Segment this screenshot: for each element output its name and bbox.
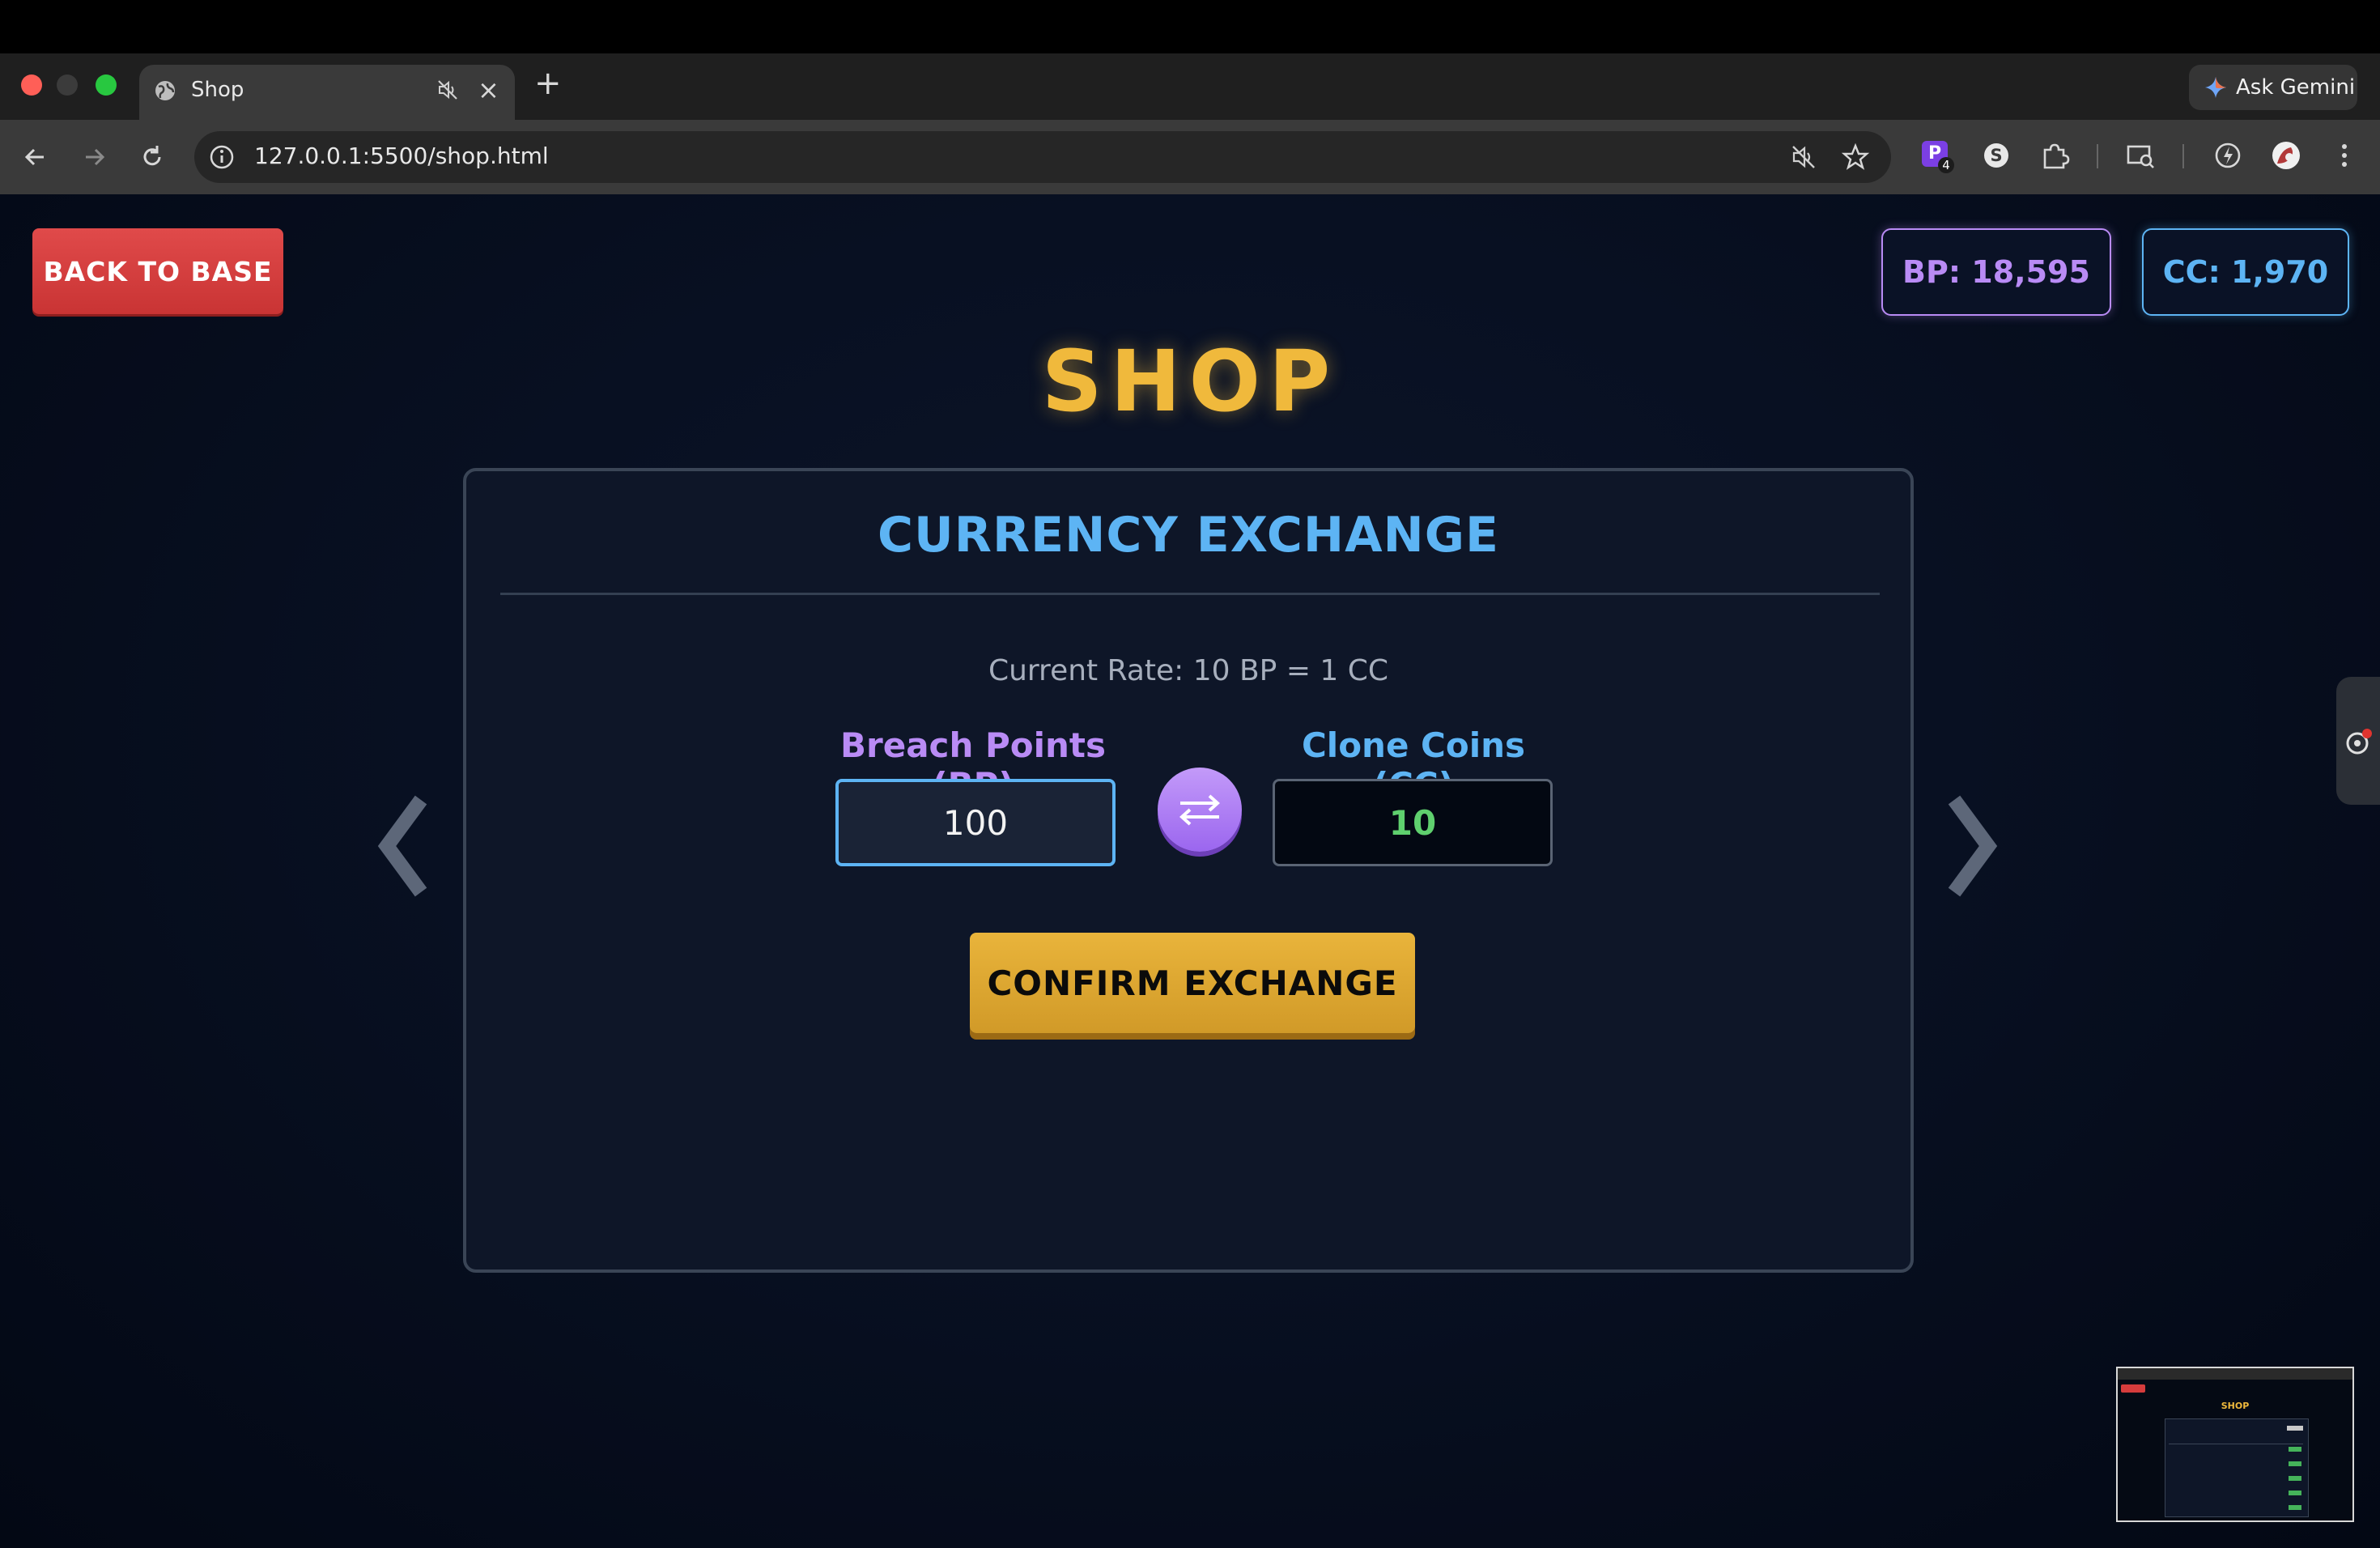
swap-currency-button[interactable] xyxy=(1158,768,1242,852)
ask-gemini-label: Ask Gemini xyxy=(2236,75,2356,100)
swap-arrows-icon xyxy=(1179,794,1220,826)
toolbar-divider xyxy=(2182,144,2184,168)
tab-title: Shop xyxy=(191,78,244,102)
confirm-exchange-button[interactable]: CONFIRM EXCHANGE xyxy=(970,933,1415,1033)
previous-chevron-icon[interactable] xyxy=(371,793,436,899)
chrome-menu-icon[interactable] xyxy=(2328,139,2361,172)
profile-avatar-icon[interactable] xyxy=(2270,139,2302,172)
ask-gemini-button[interactable]: Ask Gemini xyxy=(2189,65,2357,110)
exchange-rate-text: Current Rate: 10 BP = 1 CC xyxy=(988,654,1389,687)
screen-top-bar xyxy=(0,0,2380,53)
panel-divider xyxy=(500,593,1880,595)
panel-title: CURRENCY EXCHANGE xyxy=(878,507,1499,563)
extensions-puzzle-icon[interactable] xyxy=(2038,139,2071,172)
next-chevron-icon[interactable] xyxy=(1940,793,2004,899)
reload-icon[interactable] xyxy=(136,141,168,173)
shop-page: BACK TO BASE BP: 18,595 CC: 1,970 SHOP C… xyxy=(0,194,2380,1548)
window-zoom-button[interactable] xyxy=(96,74,117,96)
widget-icon xyxy=(2346,729,2372,755)
forward-arrow-icon[interactable] xyxy=(78,141,110,173)
window-close-button[interactable] xyxy=(21,74,42,96)
muted-speaker-icon[interactable] xyxy=(436,78,460,102)
thumb-buy-button xyxy=(2289,1447,2301,1452)
gemini-sparkle-icon xyxy=(2205,77,2226,98)
thumb-panel xyxy=(2165,1418,2309,1517)
extension-p-icon[interactable]: P 4 xyxy=(1920,139,1954,173)
thumb-title: SHOP xyxy=(2221,1401,2250,1411)
site-info-icon[interactable] xyxy=(206,141,238,173)
thumb-buy-button xyxy=(2289,1461,2301,1466)
thumb-buy-button xyxy=(2289,1476,2301,1481)
window-minimize-button[interactable] xyxy=(57,74,78,96)
cc-amount-output: 10 xyxy=(1273,779,1553,866)
bp-amount-input[interactable]: 100 xyxy=(835,779,1116,866)
bookmark-star-icon[interactable] xyxy=(1841,142,1870,172)
address-bar[interactable]: 127.0.0.1:5500/shop.html xyxy=(194,131,1891,183)
tab-shop[interactable]: Shop × xyxy=(139,65,515,120)
page-preview-thumbnail[interactable]: SHOP xyxy=(2116,1367,2354,1522)
cc-balance-badge: CC: 1,970 xyxy=(2142,228,2349,316)
performance-icon[interactable] xyxy=(2212,139,2244,172)
side-panel-tab[interactable] xyxy=(2336,677,2380,805)
page-title: SHOP xyxy=(1041,332,1339,431)
globe-icon xyxy=(155,81,175,100)
url-text: 127.0.0.1:5500/shop.html xyxy=(254,142,549,169)
thumb-back-button xyxy=(2121,1384,2145,1393)
currency-exchange-panel: CURRENCY EXCHANGE Current Rate: 10 BP = … xyxy=(463,468,1914,1273)
new-tab-button[interactable]: + xyxy=(534,65,562,102)
tab-close-icon[interactable]: × xyxy=(478,74,499,105)
tab-search-icon[interactable] xyxy=(2124,139,2157,172)
back-arrow-icon[interactable] xyxy=(19,141,52,173)
thumb-buy-button xyxy=(2289,1505,2301,1510)
toolbar-divider xyxy=(2097,144,2098,168)
extension-s-icon[interactable]: S xyxy=(1980,139,2012,172)
bp-balance-badge: BP: 18,595 xyxy=(1881,228,2111,316)
thumb-buy-button xyxy=(2289,1491,2301,1495)
thumb-chrome xyxy=(2118,1368,2352,1380)
extension-badge: 4 xyxy=(1938,157,1954,173)
muted-speaker-icon[interactable] xyxy=(1789,142,1818,172)
back-to-base-button[interactable]: BACK TO BASE xyxy=(32,228,283,314)
svg-text:S: S xyxy=(1990,146,2002,165)
thumb-button xyxy=(2287,1426,2303,1431)
